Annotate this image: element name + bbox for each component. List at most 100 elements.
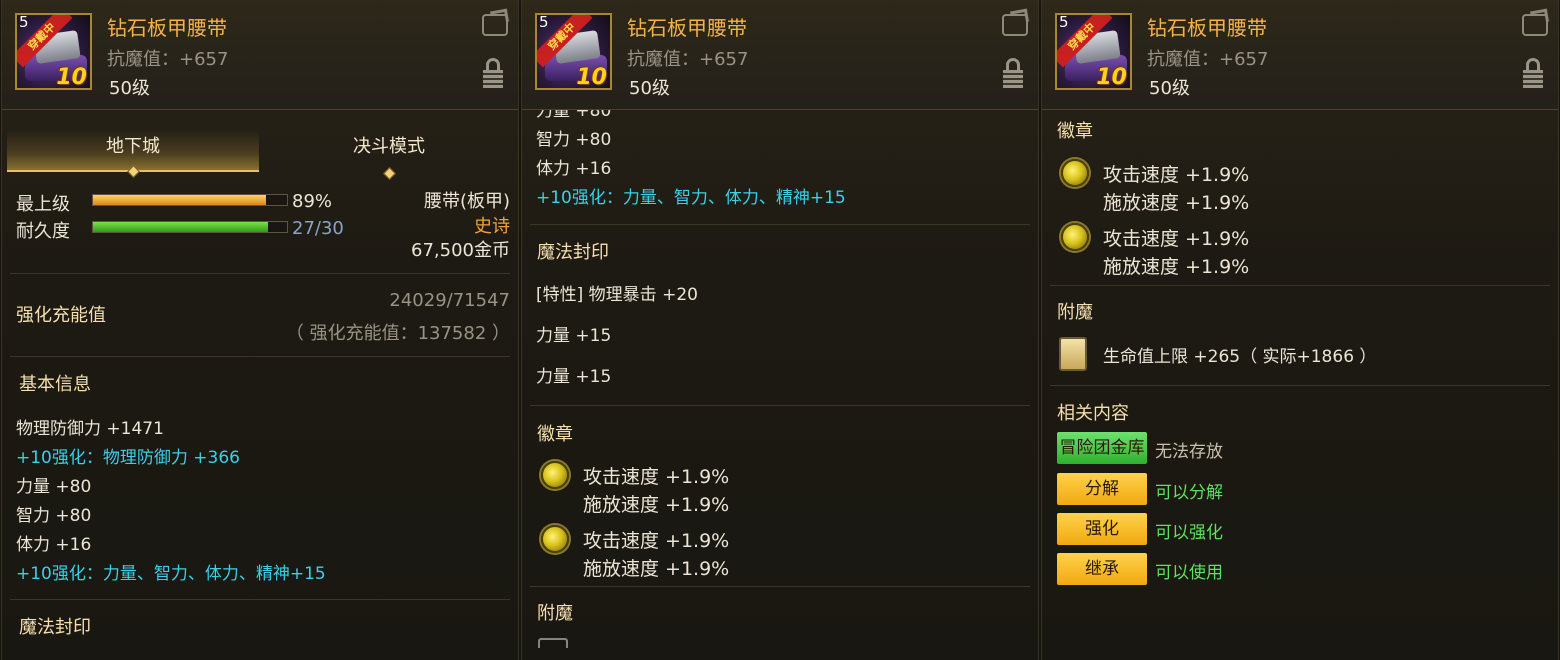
tab-pvp[interactable]: 决斗模式 — [263, 130, 515, 180]
grade-bar — [92, 194, 288, 206]
item-header: 5 穿戴中 10 钻石板甲腰带 抗魔值：+657 50级 — [2, 0, 518, 110]
emblem-icon[interactable] — [541, 461, 569, 489]
divider — [10, 599, 510, 600]
durability-label: 耐久度 — [16, 221, 70, 242]
emblem-line: 施放速度 +1.9% — [583, 494, 730, 516]
reinforce-level: 10 — [1096, 65, 1127, 90]
charge-value: 24029/71547 — [389, 290, 510, 311]
divider — [530, 224, 1030, 225]
divider — [530, 586, 1030, 587]
divider — [10, 273, 510, 274]
emblem-icon[interactable] — [1061, 159, 1089, 187]
emblem-line: 施放速度 +1.9% — [1103, 256, 1250, 278]
enchant-card-icon[interactable] — [1059, 337, 1087, 371]
divider — [1050, 285, 1550, 286]
item-count: 5 — [539, 13, 549, 31]
emblem-line: 攻击速度 +1.9% — [583, 466, 730, 488]
reinforce-level: 10 — [56, 65, 87, 90]
emblem-line: 攻击速度 +1.9% — [1103, 164, 1250, 186]
tab-dungeon[interactable]: 地下城 — [7, 130, 259, 178]
item-level: 50级 — [109, 78, 150, 99]
divider — [10, 356, 510, 357]
enchant-line: 生命值上限 +265（ 实际+1866 ） — [1103, 347, 1377, 367]
lock-icon[interactable] — [1523, 58, 1543, 88]
item-rarity: 史诗 — [474, 216, 510, 237]
item-tooltip-panel-3: 5 穿戴中 10 钻石板甲腰带 抗魔值：+657 50级 徽章 攻击速度 +1.… — [1041, 0, 1559, 660]
item-name: 钻石板甲腰带 — [627, 16, 747, 40]
seal-line: 力量 +15 — [536, 367, 612, 387]
lock-icon[interactable] — [483, 58, 503, 88]
related-title: 相关内容 — [1057, 403, 1129, 424]
enchant-title: 附魔 — [537, 603, 573, 624]
item-icon[interactable]: 5 穿戴中 10 — [535, 13, 612, 90]
item-stat: 抗魔值：+657 — [1147, 49, 1269, 70]
divider — [1050, 385, 1550, 386]
tab-dungeon-label: 地下城 — [106, 136, 160, 157]
item-level: 50级 — [629, 78, 670, 99]
emblem-line: 施放速度 +1.9% — [1103, 192, 1250, 214]
tab-pvp-diamond-icon — [383, 167, 396, 180]
reinforce-status: 可以强化 — [1155, 523, 1223, 543]
grade-value: 89% — [292, 191, 333, 212]
item-tooltip-panel-2: 力量 +80 5 穿戴中 10 钻石板甲腰带 抗魔值：+657 50级 智力 +… — [521, 0, 1039, 660]
seal-title: 魔法封印 — [19, 617, 91, 638]
item-icon[interactable]: 5 穿戴中 10 — [1055, 13, 1132, 90]
basic-info-title: 基本信息 — [19, 374, 91, 395]
item-level: 50级 — [1149, 78, 1190, 99]
item-count: 5 — [19, 13, 29, 31]
vault-status: 无法存放 — [1155, 442, 1223, 462]
reinforce-line: +10强化：力量、智力、体力、精神+15 — [536, 188, 846, 208]
emblem-line: 施放速度 +1.9% — [583, 558, 730, 580]
reinforce-level: 10 — [576, 65, 607, 90]
disassemble-button[interactable]: 分解 — [1057, 473, 1147, 505]
seal-line: 力量 +15 — [536, 326, 612, 346]
item-count: 5 — [1059, 13, 1069, 31]
basic-line: +10强化：物理防御力 +366 — [16, 448, 240, 468]
disassemble-status: 可以分解 — [1155, 483, 1223, 503]
stat-line: 体力 +16 — [536, 159, 612, 179]
item-stat: 抗魔值：+657 — [627, 49, 749, 70]
grade-bar-fill — [93, 195, 266, 205]
durability-bar — [92, 221, 288, 233]
charge-label: 强化充能值 — [16, 305, 106, 326]
item-header: 5 穿戴中 10 钻石板甲腰带 抗魔值：+657 50级 — [522, 0, 1038, 110]
seal-line: [特性] 物理暴击 +20 — [536, 285, 698, 305]
inherit-button[interactable]: 继承 — [1057, 553, 1147, 585]
item-type: 腰带(板甲) — [423, 191, 510, 212]
item-tooltip-panel-1: 5 穿戴中 10 钻石板甲腰带 抗魔值：+657 50级 地下城 决斗模式 最上… — [1, 0, 519, 660]
adventure-vault-button[interactable]: 冒险团金库 — [1057, 432, 1147, 464]
basic-line: 智力 +80 — [16, 506, 92, 526]
divider — [530, 405, 1030, 406]
emblem-title: 徽章 — [537, 424, 573, 445]
grade-label: 最上级 — [16, 194, 70, 215]
basic-line: 力量 +80 — [16, 477, 92, 497]
emblem-line: 攻击速度 +1.9% — [583, 530, 730, 552]
item-price: 67,500金币 — [411, 240, 510, 261]
enchant-card-icon[interactable] — [538, 638, 568, 648]
basic-line: 物理防御力 +1471 — [16, 419, 164, 439]
durability-value: 27/30 — [292, 218, 344, 239]
share-icon[interactable] — [482, 14, 508, 36]
stat-line: 智力 +80 — [536, 130, 612, 150]
item-header: 5 穿戴中 10 钻石板甲腰带 抗魔值：+657 50级 — [1042, 0, 1558, 110]
share-icon[interactable] — [1522, 14, 1548, 36]
item-icon[interactable]: 5 穿戴中 10 — [15, 13, 92, 90]
basic-line: +10强化：力量、智力、体力、精神+15 — [16, 564, 326, 584]
enchant-title: 附魔 — [1057, 302, 1093, 323]
share-icon[interactable] — [1002, 14, 1028, 36]
seal-title: 魔法封印 — [537, 242, 609, 263]
item-name: 钻石板甲腰带 — [107, 16, 227, 40]
item-stat: 抗魔值：+657 — [107, 49, 229, 70]
reinforce-button[interactable]: 强化 — [1057, 513, 1147, 545]
item-name: 钻石板甲腰带 — [1147, 16, 1267, 40]
durability-bar-fill — [93, 222, 268, 232]
emblem-icon[interactable] — [1061, 223, 1089, 251]
inherit-status: 可以使用 — [1155, 563, 1223, 583]
tab-pvp-label: 决斗模式 — [353, 136, 425, 157]
lock-icon[interactable] — [1003, 58, 1023, 88]
emblem-title: 徽章 — [1057, 121, 1093, 142]
charge-note: （ 强化充能值：137582 ） — [285, 323, 510, 344]
tab-dungeon-diamond-icon — [127, 165, 140, 178]
emblem-icon[interactable] — [541, 525, 569, 553]
mode-tabs: 地下城 决斗模式 — [7, 130, 515, 180]
